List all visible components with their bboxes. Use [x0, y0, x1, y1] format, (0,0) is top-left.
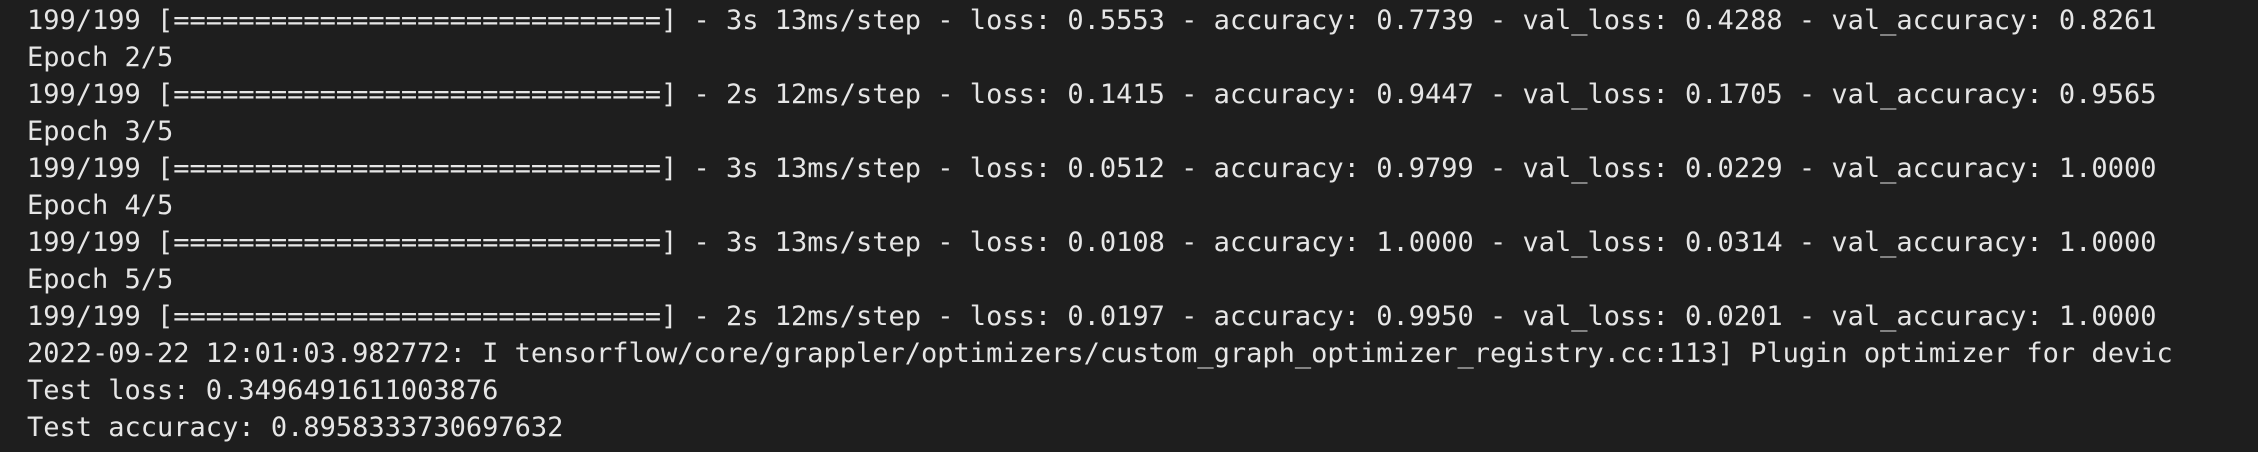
terminal-lines: 199/199 [==============================]…: [27, 2, 2258, 446]
progress-line-epoch-3: 199/199 [==============================]…: [27, 153, 2157, 184]
progress-line-epoch-2: 199/199 [==============================]…: [27, 79, 2157, 110]
test-loss-line: Test loss: 0.3496491611003876: [27, 375, 499, 406]
progress-line-epoch-1: 199/199 [==============================]…: [27, 5, 2157, 36]
epoch-header-5: Epoch 5/5: [27, 264, 174, 295]
epoch-header-3: Epoch 3/5: [27, 116, 174, 147]
terminal-output[interactable]: 199/199 [==============================]…: [0, 0, 2258, 452]
epoch-header-4: Epoch 4/5: [27, 190, 174, 221]
epoch-header-2: Epoch 2/5: [27, 42, 174, 73]
progress-line-epoch-4: 199/199 [==============================]…: [27, 227, 2157, 258]
progress-line-epoch-5: 199/199 [==============================]…: [27, 301, 2157, 332]
tensorflow-log-line: 2022-09-22 12:01:03.982772: I tensorflow…: [27, 338, 2173, 369]
test-accuracy-line: Test accuracy: 0.8958333730697632: [27, 412, 564, 443]
